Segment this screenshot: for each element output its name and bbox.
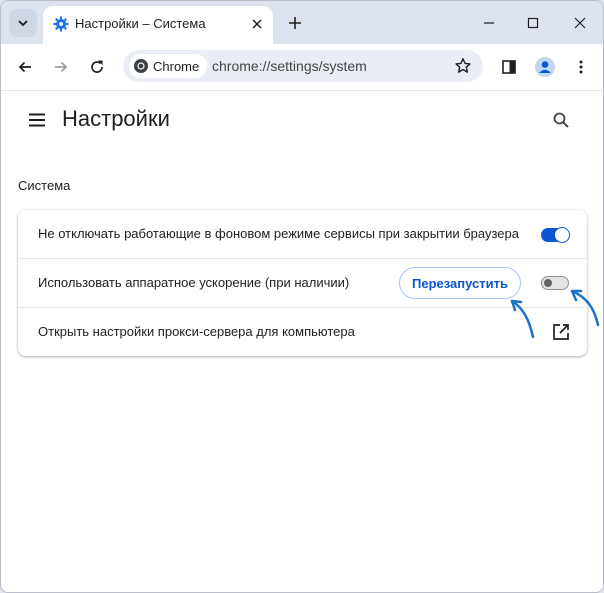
tab-settings[interactable]: Настройки – Система <box>43 6 273 44</box>
plus-icon <box>289 17 301 29</box>
minimize-button[interactable] <box>479 13 499 33</box>
reload-icon <box>91 60 103 73</box>
profile-button[interactable] <box>533 55 557 79</box>
tab-strip: Настройки – Система <box>1 1 603 44</box>
more-vert-icon <box>579 60 583 74</box>
arrow-left-icon <box>18 61 31 73</box>
settings-card: Не отключать работающие в фоновом режиме… <box>18 210 587 356</box>
open-in-new-icon[interactable] <box>550 321 572 343</box>
hamburger-icon <box>29 113 45 127</box>
setting-row-proxy[interactable]: Открыть настройки прокси-сервера для ком… <box>18 307 587 356</box>
page-title: Настройки <box>62 106 170 131</box>
new-tab-button[interactable] <box>285 13 305 33</box>
settings-header: Настройки <box>1 90 603 150</box>
reload-button[interactable] <box>85 55 109 79</box>
setting-row-background-apps[interactable]: Не отключать работающие в фоновом режиме… <box>18 210 587 258</box>
menu-button[interactable] <box>569 55 593 79</box>
tab-title: Настройки – Система <box>75 16 206 31</box>
tab-search-button[interactable] <box>9 9 37 37</box>
minimize-icon <box>484 22 494 24</box>
hardware-acceleration-toggle[interactable] <box>541 276 569 290</box>
restart-button[interactable]: Перезапустить <box>399 267 521 299</box>
setting-label: Открыть настройки прокси-сервера для ком… <box>38 324 355 339</box>
site-info-chip[interactable]: Chrome <box>129 54 208 78</box>
maximize-button[interactable] <box>523 13 543 33</box>
background-apps-toggle[interactable] <box>541 227 570 243</box>
forward-button[interactable] <box>49 55 73 79</box>
toolbar: Chrome chrome://settings/system <box>1 44 603 91</box>
arrow-right-icon <box>55 61 68 73</box>
close-icon[interactable] <box>249 16 265 32</box>
chip-label: Chrome <box>153 58 200 74</box>
chevron-down-icon <box>18 20 28 27</box>
browser-window: Настройки – Система Chrome chrome://sett… <box>0 0 604 593</box>
close-icon <box>574 17 586 29</box>
url-text[interactable]: chrome://settings/system <box>212 58 367 74</box>
setting-label: Не отключать работающие в фоновом режиме… <box>38 226 519 241</box>
side-panel-button[interactable] <box>497 55 521 79</box>
gear-icon <box>53 16 69 32</box>
address-bar[interactable]: Chrome chrome://settings/system <box>123 50 483 82</box>
main-menu-button[interactable] <box>25 108 49 132</box>
chrome-icon <box>134 59 148 73</box>
setting-label: Использовать аппаратное ускорение (при н… <box>38 275 350 290</box>
search-settings-button[interactable] <box>547 106 575 134</box>
section-title: Система <box>18 178 71 193</box>
setting-row-hardware-acceleration[interactable]: Использовать аппаратное ускорение (при н… <box>18 258 587 307</box>
avatar-icon <box>535 57 555 77</box>
side-panel-icon <box>502 60 516 74</box>
bookmark-star-icon[interactable] <box>453 56 473 76</box>
window-close-button[interactable] <box>570 13 590 33</box>
search-icon <box>553 112 569 128</box>
maximize-icon <box>527 17 539 29</box>
back-button[interactable] <box>13 55 37 79</box>
